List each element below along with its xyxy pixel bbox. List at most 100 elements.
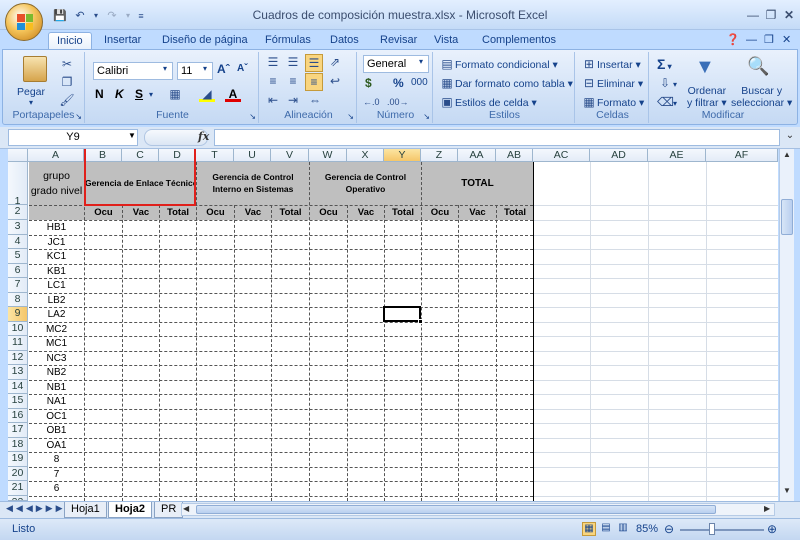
grade-cell[interactable]: JC1 [29,236,84,249]
font-dropdown-icon[interactable]: ▾ [163,64,167,73]
grade-cell[interactable]: LA2 [29,308,84,322]
size-dropdown-icon[interactable]: ▾ [203,64,207,73]
tab-vista[interactable]: Vista [426,32,466,50]
row-header[interactable]: 20 [8,467,28,481]
bold-button[interactable]: N [95,87,104,101]
conditional-format-button[interactable]: ▤ Formato condicional ▾ [439,56,557,72]
grade-cell[interactable]: LC1 [29,279,84,293]
cell-styles-button[interactable]: ▣ Estilos de celda ▾ [439,94,536,110]
page-break-view-icon[interactable]: ▥ [616,522,630,536]
col-header-y[interactable]: Y [384,149,421,162]
increase-decimal-icon[interactable]: ←.0 [363,94,380,110]
dialog-launcher-icon[interactable]: ↘ [249,112,256,121]
tab-complementos[interactable]: Complementos [474,32,564,50]
percent-button[interactable]: % [393,76,404,90]
active-cell-y9[interactable] [383,306,421,322]
worksheet-grid[interactable]: A B C D T U V W X Y Z AA AB AC AD AE AF … [8,149,778,501]
subheader-cell[interactable]: Total [385,206,421,220]
col-header-u[interactable]: U [234,149,271,162]
zoom-level[interactable]: 85% [636,523,658,535]
tab-datos[interactable]: Datos [322,32,367,50]
dialog-launcher-icon[interactable]: ↘ [347,112,354,121]
row-header[interactable]: 1 [8,162,28,207]
underline-button[interactable]: S [135,87,143,101]
borders-icon[interactable]: ▦ [167,86,183,102]
zoom-slider-thumb[interactable] [709,523,715,535]
office-button[interactable] [5,3,43,41]
italic-button[interactable]: K [115,87,124,101]
row-header[interactable]: 15 [8,394,28,409]
row-header[interactable]: 10 [8,322,28,336]
grade-cell[interactable]: OC1 [29,410,84,423]
copy-icon[interactable]: ❐ [59,74,75,90]
row-header[interactable]: 18 [8,438,28,452]
sheet-tab-hoja2[interactable]: Hoja2 [108,502,152,518]
merge-center-icon[interactable]: ⇔ [307,92,323,108]
row-header[interactable]: 16 [8,409,28,423]
group-header-control-operativo[interactable]: Gerencia de Control Operativo [310,171,421,195]
format-as-table-button[interactable]: ▦ Dar formato como tabla ▾ [439,75,573,91]
increase-indent-icon[interactable]: ⇥ [285,92,301,108]
redo-dropdown-icon[interactable]: ▾ [124,8,132,23]
formula-input[interactable] [214,129,780,146]
insert-function-button[interactable]: fx [198,130,209,143]
horizontal-scroll-thumb[interactable] [196,505,716,514]
shrink-font-icon[interactable]: Aˇ [237,63,248,74]
clear-icon[interactable]: ⌫▾ [657,94,677,110]
row-header[interactable]: 19 [8,452,28,467]
grade-cell[interactable]: 6 [29,482,84,496]
select-all-corner[interactable] [8,149,28,162]
row-header[interactable]: 4 [8,235,28,249]
subheader-cell[interactable]: Ocu [197,206,234,220]
align-bottom-icon[interactable]: ☰ [305,54,323,72]
close-icon[interactable]: ✕ [780,7,798,23]
grow-font-icon[interactable]: Aˆ [217,62,230,76]
tab-diseno-pagina[interactable]: Diseño de página [154,32,256,50]
row-header[interactable]: 7 [8,278,28,293]
vertical-scrollbar[interactable]: ▲ ▼ [779,149,794,501]
row-header-selected[interactable]: 9 [8,307,28,322]
decrease-indent-icon[interactable]: ⇤ [265,92,281,108]
page-layout-view-icon[interactable]: ▤ [599,522,613,536]
zoom-out-icon[interactable]: ⊖ [664,522,674,536]
paste-button[interactable]: Pegar [17,86,45,98]
customize-qat-icon[interactable]: ≡ [136,8,146,23]
fill-handle[interactable] [418,319,423,324]
sort-filter-icon[interactable]: ▼ [695,56,715,79]
minimize-icon[interactable]: — [744,7,762,23]
col-header-af[interactable]: AF [706,149,778,162]
grade-cell[interactable]: NA1 [29,395,84,409]
row-header[interactable]: 14 [8,380,28,394]
format-cells-button[interactable]: ▦ Formato ▾ [581,94,644,110]
grade-cell[interactable]: 8 [29,453,84,467]
row-header[interactable]: 12 [8,351,28,365]
sheet-tab-pr[interactable]: PR [154,502,184,518]
col-header-ac[interactable]: AC [533,149,590,162]
scroll-down-icon[interactable]: ▼ [781,486,793,498]
align-right-icon[interactable]: ≡ [305,73,323,91]
subheader-cell[interactable]: Vac [348,206,384,220]
col-header-a[interactable]: A [28,149,84,162]
align-middle-icon[interactable]: ☰ [285,54,301,70]
row-header[interactable]: 6 [8,264,28,278]
dialog-launcher-icon[interactable]: ↘ [423,112,430,121]
grade-cell[interactable]: NC3 [29,352,84,365]
subheader-cell[interactable]: Ocu [310,206,347,220]
subheader-cell[interactable]: Vac [235,206,271,220]
group-header-total[interactable]: TOTAL [422,178,533,189]
sheet-nav-icons[interactable]: ◀◀◀▶▶▶ [6,503,66,514]
font-size-combo[interactable]: 11 [177,62,213,80]
grade-cell[interactable]: MC1 [29,337,84,351]
row-header[interactable]: 13 [8,365,28,380]
find-select-icon[interactable]: 🔍 [747,56,769,77]
name-box-dropdown-icon[interactable]: ▼ [128,131,136,140]
delete-cells-button[interactable]: ⊟ Eliminar ▾ [581,75,643,91]
grade-cell[interactable]: MC2 [29,323,84,336]
grade-cell[interactable]: OA1 [29,439,84,452]
save-icon[interactable]: 💾 [52,8,68,23]
find-select-button[interactable]: Buscar y seleccionar ▾ [731,85,792,109]
col-header-v[interactable]: V [271,149,309,162]
grade-cell[interactable]: OB1 [29,424,84,438]
col-header-z[interactable]: Z [421,149,458,162]
underline-dropdown-icon[interactable]: ▾ [149,90,153,99]
